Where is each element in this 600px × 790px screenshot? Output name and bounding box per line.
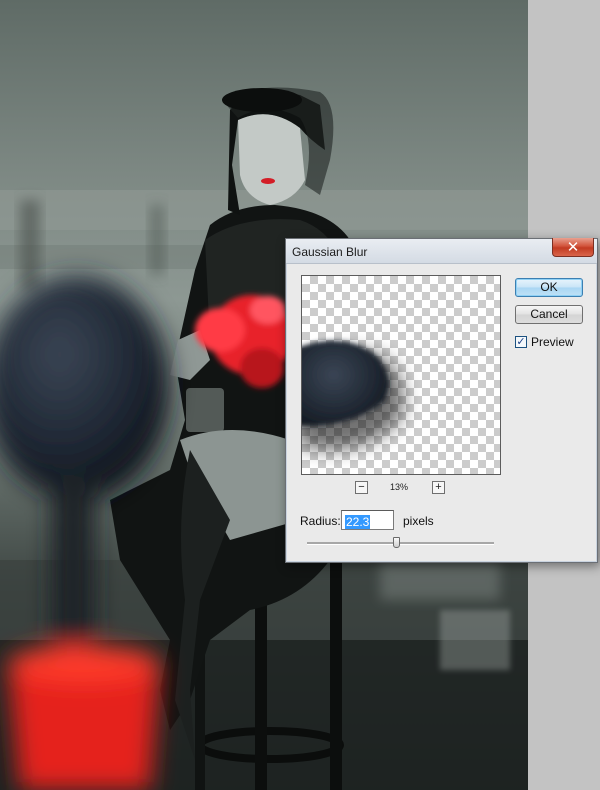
gaussian-blur-dialog: Gaussian Blur ✕ − 13% + OK Cancel ✓ Prev…	[285, 238, 598, 563]
preview-label[interactable]: Preview	[531, 335, 574, 349]
dialog-titlebar[interactable]: Gaussian Blur ✕	[286, 238, 597, 264]
radius-slider-thumb[interactable]	[393, 537, 401, 548]
zoom-out-button[interactable]: −	[355, 481, 368, 494]
preview-image	[302, 340, 404, 451]
radius-slider-track[interactable]	[307, 542, 494, 545]
checkmark-icon: ✓	[516, 336, 526, 348]
close-button[interactable]: ✕	[552, 238, 594, 257]
zoom-level: 13%	[389, 482, 408, 492]
dialog-title: Gaussian Blur	[292, 245, 368, 259]
ok-button[interactable]: OK	[515, 278, 583, 297]
minus-icon: −	[358, 481, 365, 493]
preview-checkbox[interactable]: ✓	[515, 336, 527, 348]
plus-icon: +	[435, 481, 442, 493]
radius-input[interactable]: 22.3	[341, 510, 394, 530]
radius-label: Radius:	[300, 514, 341, 528]
zoom-in-button[interactable]: +	[432, 481, 445, 494]
cancel-button[interactable]: Cancel	[515, 305, 583, 324]
close-icon: ✕	[566, 238, 580, 256]
radius-value: 22.3	[345, 515, 371, 529]
radius-unit-label: pixels	[403, 514, 434, 528]
filter-preview-pane[interactable]	[301, 275, 501, 475]
